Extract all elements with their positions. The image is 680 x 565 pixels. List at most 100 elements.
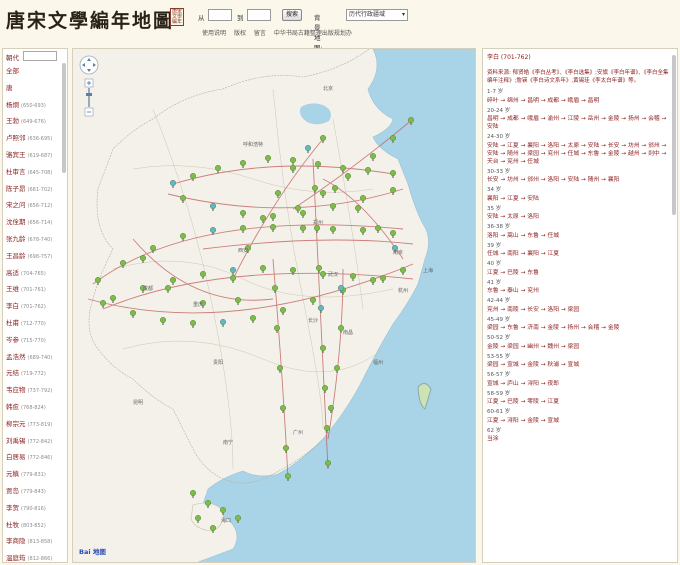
timeline-age: 62 岁 [487,427,502,434]
timeline-route: 襄阳 → 江夏 → 安陆 [487,195,539,202]
map-mode-select[interactable]: 历代行政疆域 ▾ [346,9,408,21]
sidebar-item-poet[interactable]: 宋之问 (656-712) [3,197,67,214]
sidebar-item-poet[interactable]: 杜甫 (712-770) [3,315,67,332]
sidebar-item-poet[interactable]: 骆宾王 (619-687) [3,147,67,164]
map-view[interactable]: 北京 呼和浩特 西安 郑州 南京 上海 杭州 武汉 长沙 成都 重庆 贵阳 昆明… [72,48,476,563]
sidebar-item-poet[interactable]: 卢照邻 (636-695) [3,130,67,147]
poet-name: 柳宗元 [6,419,26,428]
link-publisher[interactable]: 中华书局古籍整理出版规划办 [274,30,352,37]
sidebar-item-poet[interactable]: 沈佺期 (656-714) [3,214,67,231]
timeline-item[interactable]: 36-38 岁洛阳 → 嵩山 → 东鲁 → 任城 [487,224,671,240]
timeline-item[interactable]: 58-59 岁江夏 → 巴陵 → 零陵 → 江夏 [487,391,671,407]
timeline-item[interactable]: 60-61 岁江夏 → 浔阳 → 金陵 → 宣城 [487,409,671,425]
timeline-item[interactable]: 1-7 岁碎叶 → 绵州 → 昌明 → 成都 → 峨眉 → 昌明 [487,89,671,105]
sidebar-item-dynasty[interactable]: 唐 [3,80,67,97]
seal-stamp: 唐宋 文學 編年 [170,8,184,26]
poet-name: 王勃 [6,117,19,126]
poet-name: 陈子昂 [6,184,26,193]
sidebar-item-poet[interactable]: 韦应物 (737-792) [3,382,67,399]
timeline-route: 宣城 → 庐山 → 浔阳 → 夜郎 [487,380,560,387]
timeline-item[interactable]: 20-24 岁昌明 → 成都 → 峨眉 → 渝州 → 江陵 → 岳州 → 金陵 … [487,108,671,132]
poet-name: 元结 [6,369,19,378]
to-year-input[interactable] [247,9,271,21]
map-canvas[interactable] [73,49,476,563]
chevron-down-icon: ▾ [401,11,405,18]
sidebar-item-poet[interactable]: 张九龄 (678-740) [3,231,67,248]
search-button[interactable]: 搜索 [282,9,302,21]
poet-years: (712-770) [21,320,46,327]
poet-name: 张九龄 [6,234,26,243]
sidebar-item-poet[interactable]: 元结 (719-772) [3,365,67,382]
timeline-item[interactable]: 62 岁当涂 [487,428,671,444]
poet-name: 贾岛 [6,486,19,495]
sidebar-item-poet[interactable]: 李商隐 (813-858) [3,533,67,550]
sidebar-item-poet[interactable]: 贾岛 (779-843) [3,483,67,500]
timeline-item[interactable]: 24-30 岁安陆 → 江夏 → 襄阳 → 洛阳 → 太原 → 安陆 → 长安 … [487,134,671,166]
sidebar-item-poet[interactable]: 白居易 (772-846) [3,449,67,466]
dynasty-select[interactable] [23,51,57,61]
timeline-item[interactable]: 41 岁东鲁 → 泰山 → 兖州 [487,280,671,296]
poet-name: 杜牧 [6,520,19,529]
sidebar-item-poet[interactable]: 杜牧 (803-852) [3,517,67,534]
poet-years: (719-772) [21,371,46,378]
poet-name: 孟浩然 [6,352,26,361]
sidebar-item-poet[interactable]: 高适 (704-765) [3,265,67,282]
sidebar-item-poet[interactable]: 杜审言 (645-708) [3,164,67,181]
sidebar-filter: 朝代 [3,49,67,63]
poet-name: 韩愈 [6,402,19,411]
sidebar-item-poet[interactable]: 李贺 (790-816) [3,500,67,517]
sidebar-item-poet[interactable]: 杨炯 (650-693) [3,97,67,114]
sidebar-item-poet[interactable]: 温庭筠 (812-866) [3,550,67,562]
link-message[interactable]: 留言 [254,30,266,37]
sidebar-item-poet[interactable]: 柳宗元 (773-819) [3,416,67,433]
timeline-item[interactable]: 39 岁任城 → 南阳 → 襄阳 → 江夏 [487,243,671,259]
timeline-item[interactable]: 35 岁安陆 → 太原 → 洛阳 [487,206,671,222]
timeline-age: 60-61 岁 [487,409,511,415]
poet-name: 白居易 [6,453,26,462]
timeline-item[interactable]: 50-52 岁金陵 → 梁园 → 幽州 → 魏州 → 梁园 [487,335,671,351]
filter-label: 朝代 [6,54,19,62]
sidebar-item-poet[interactable]: 韩愈 (768-824) [3,399,67,416]
link-copyright[interactable]: 版权 [234,30,246,37]
timeline-age: 53-55 岁 [487,353,511,360]
from-year-input[interactable] [208,9,232,21]
poet-years: (645-708) [27,169,53,176]
sidebar-item-poet[interactable]: 王维 (701-761) [3,281,67,298]
poet-name: 杨炯 [6,100,19,109]
sidebar-item-poet[interactable]: 陈子昂 (661-702) [3,181,67,198]
to-label: 到 [237,14,244,22]
timeline-age: 40 岁 [487,261,502,267]
timeline-age: 24-30 岁 [487,134,511,140]
panel-scrollbar[interactable] [672,55,676,215]
timeline-item[interactable]: 42-44 岁兖州 → 南陵 → 长安 → 洛阳 → 梁园 [487,298,671,314]
baidu-map-logo[interactable]: Bai 地图 [79,546,106,556]
timeline-item[interactable]: 53-55 岁梁园 → 宣城 → 金陵 → 秋浦 → 宣城 [487,354,671,370]
link-usage[interactable]: 使用说明 [202,30,226,37]
poet-years: (701-762) [21,304,46,311]
timeline-item[interactable]: 34 岁襄阳 → 江夏 → 安陆 [487,187,671,203]
sidebar-item-poet[interactable]: 刘禹锡 (772-842) [3,433,67,450]
poet-name: 杜审言 [6,167,26,176]
sidebar-item-poet[interactable]: 岑参 (715-770) [3,332,67,349]
timeline-item[interactable]: 56-57 岁宣城 → 庐山 → 浔阳 → 夜郎 [487,372,671,388]
sidebar-item-poet[interactable]: 王勃 (649-676) [3,113,67,130]
timeline-route: 长安 → 坊州 → 邠州 → 洛阳 → 安陆 → 随州 → 襄阳 [487,177,620,183]
sidebar-scrollbar[interactable] [62,63,66,173]
sidebar-item-poet[interactable]: 孟浩然 (689-740) [3,349,67,366]
poet-years: (689-740) [27,354,53,361]
map-city-label: 北京 [323,86,334,92]
timeline-item[interactable]: 45-49 岁梁园 → 东鲁 → 济南 → 金陵 → 扬州 → 会稽 → 金陵 [487,317,671,333]
timeline-item[interactable]: 30-33 岁长安 → 坊州 → 邠州 → 洛阳 → 安陆 → 随州 → 襄阳 [487,169,671,185]
timeline-item[interactable]: 40 岁江夏 → 巴陵 → 东鲁 [487,261,671,277]
sidebar-item-all[interactable]: 全部 [3,63,67,80]
map-city-label: 广州 [293,430,304,436]
poet-name: 李白 [6,302,19,311]
sidebar-item-poet[interactable]: 李白 (701-762) [3,298,67,315]
header-links: 使用说明 版权 留言 中华书局古籍整理出版规划办 [202,28,358,37]
timeline-age: 45-49 岁 [487,316,511,323]
poet-name: 元稹 [6,470,19,479]
sidebar-item-poet[interactable]: 元稹 (779-831) [3,466,67,483]
sidebar-item-poet[interactable]: 王昌龄 (698-757) [3,248,67,265]
map-city-label: 长沙 [308,318,319,324]
map-city-label: 南宁 [223,440,234,446]
